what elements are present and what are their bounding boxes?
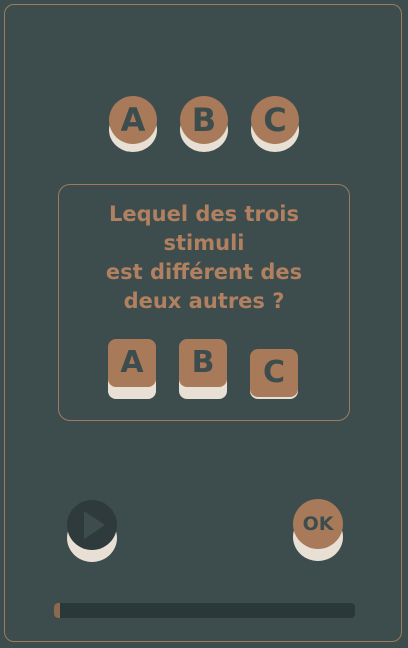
answer-c-label: C (250, 349, 298, 397)
stimulus-b-label: B (180, 96, 228, 144)
play-button-face (67, 500, 117, 550)
ok-button[interactable]: OK (293, 499, 343, 561)
answer-b-label: B (179, 339, 227, 387)
ok-label: OK (293, 499, 343, 549)
stimulus-c-button[interactable]: C (251, 96, 299, 152)
progress-bar (54, 603, 355, 618)
question-line: deux autres ? (123, 289, 285, 313)
stimulus-a-button[interactable]: A (109, 96, 157, 152)
play-icon (84, 511, 105, 539)
answer-a-label: A (108, 339, 156, 387)
answer-a-button[interactable]: A (108, 339, 156, 399)
play-button[interactable] (67, 500, 117, 562)
question-panel: Lequel des trois stimuli est différent d… (58, 184, 350, 421)
answer-b-button[interactable]: B (179, 339, 227, 399)
question-line: est différent des (105, 260, 303, 284)
stimulus-a-label: A (109, 96, 157, 144)
question-line: stimuli (163, 231, 245, 255)
answer-c-button[interactable]: C (250, 339, 298, 399)
progress-fill (54, 603, 61, 618)
stimulus-b-button[interactable]: B (180, 96, 228, 152)
question-line: Lequel des trois (109, 202, 299, 226)
question-text: Lequel des trois stimuli est différent d… (59, 200, 349, 316)
stimulus-c-label: C (251, 96, 299, 144)
